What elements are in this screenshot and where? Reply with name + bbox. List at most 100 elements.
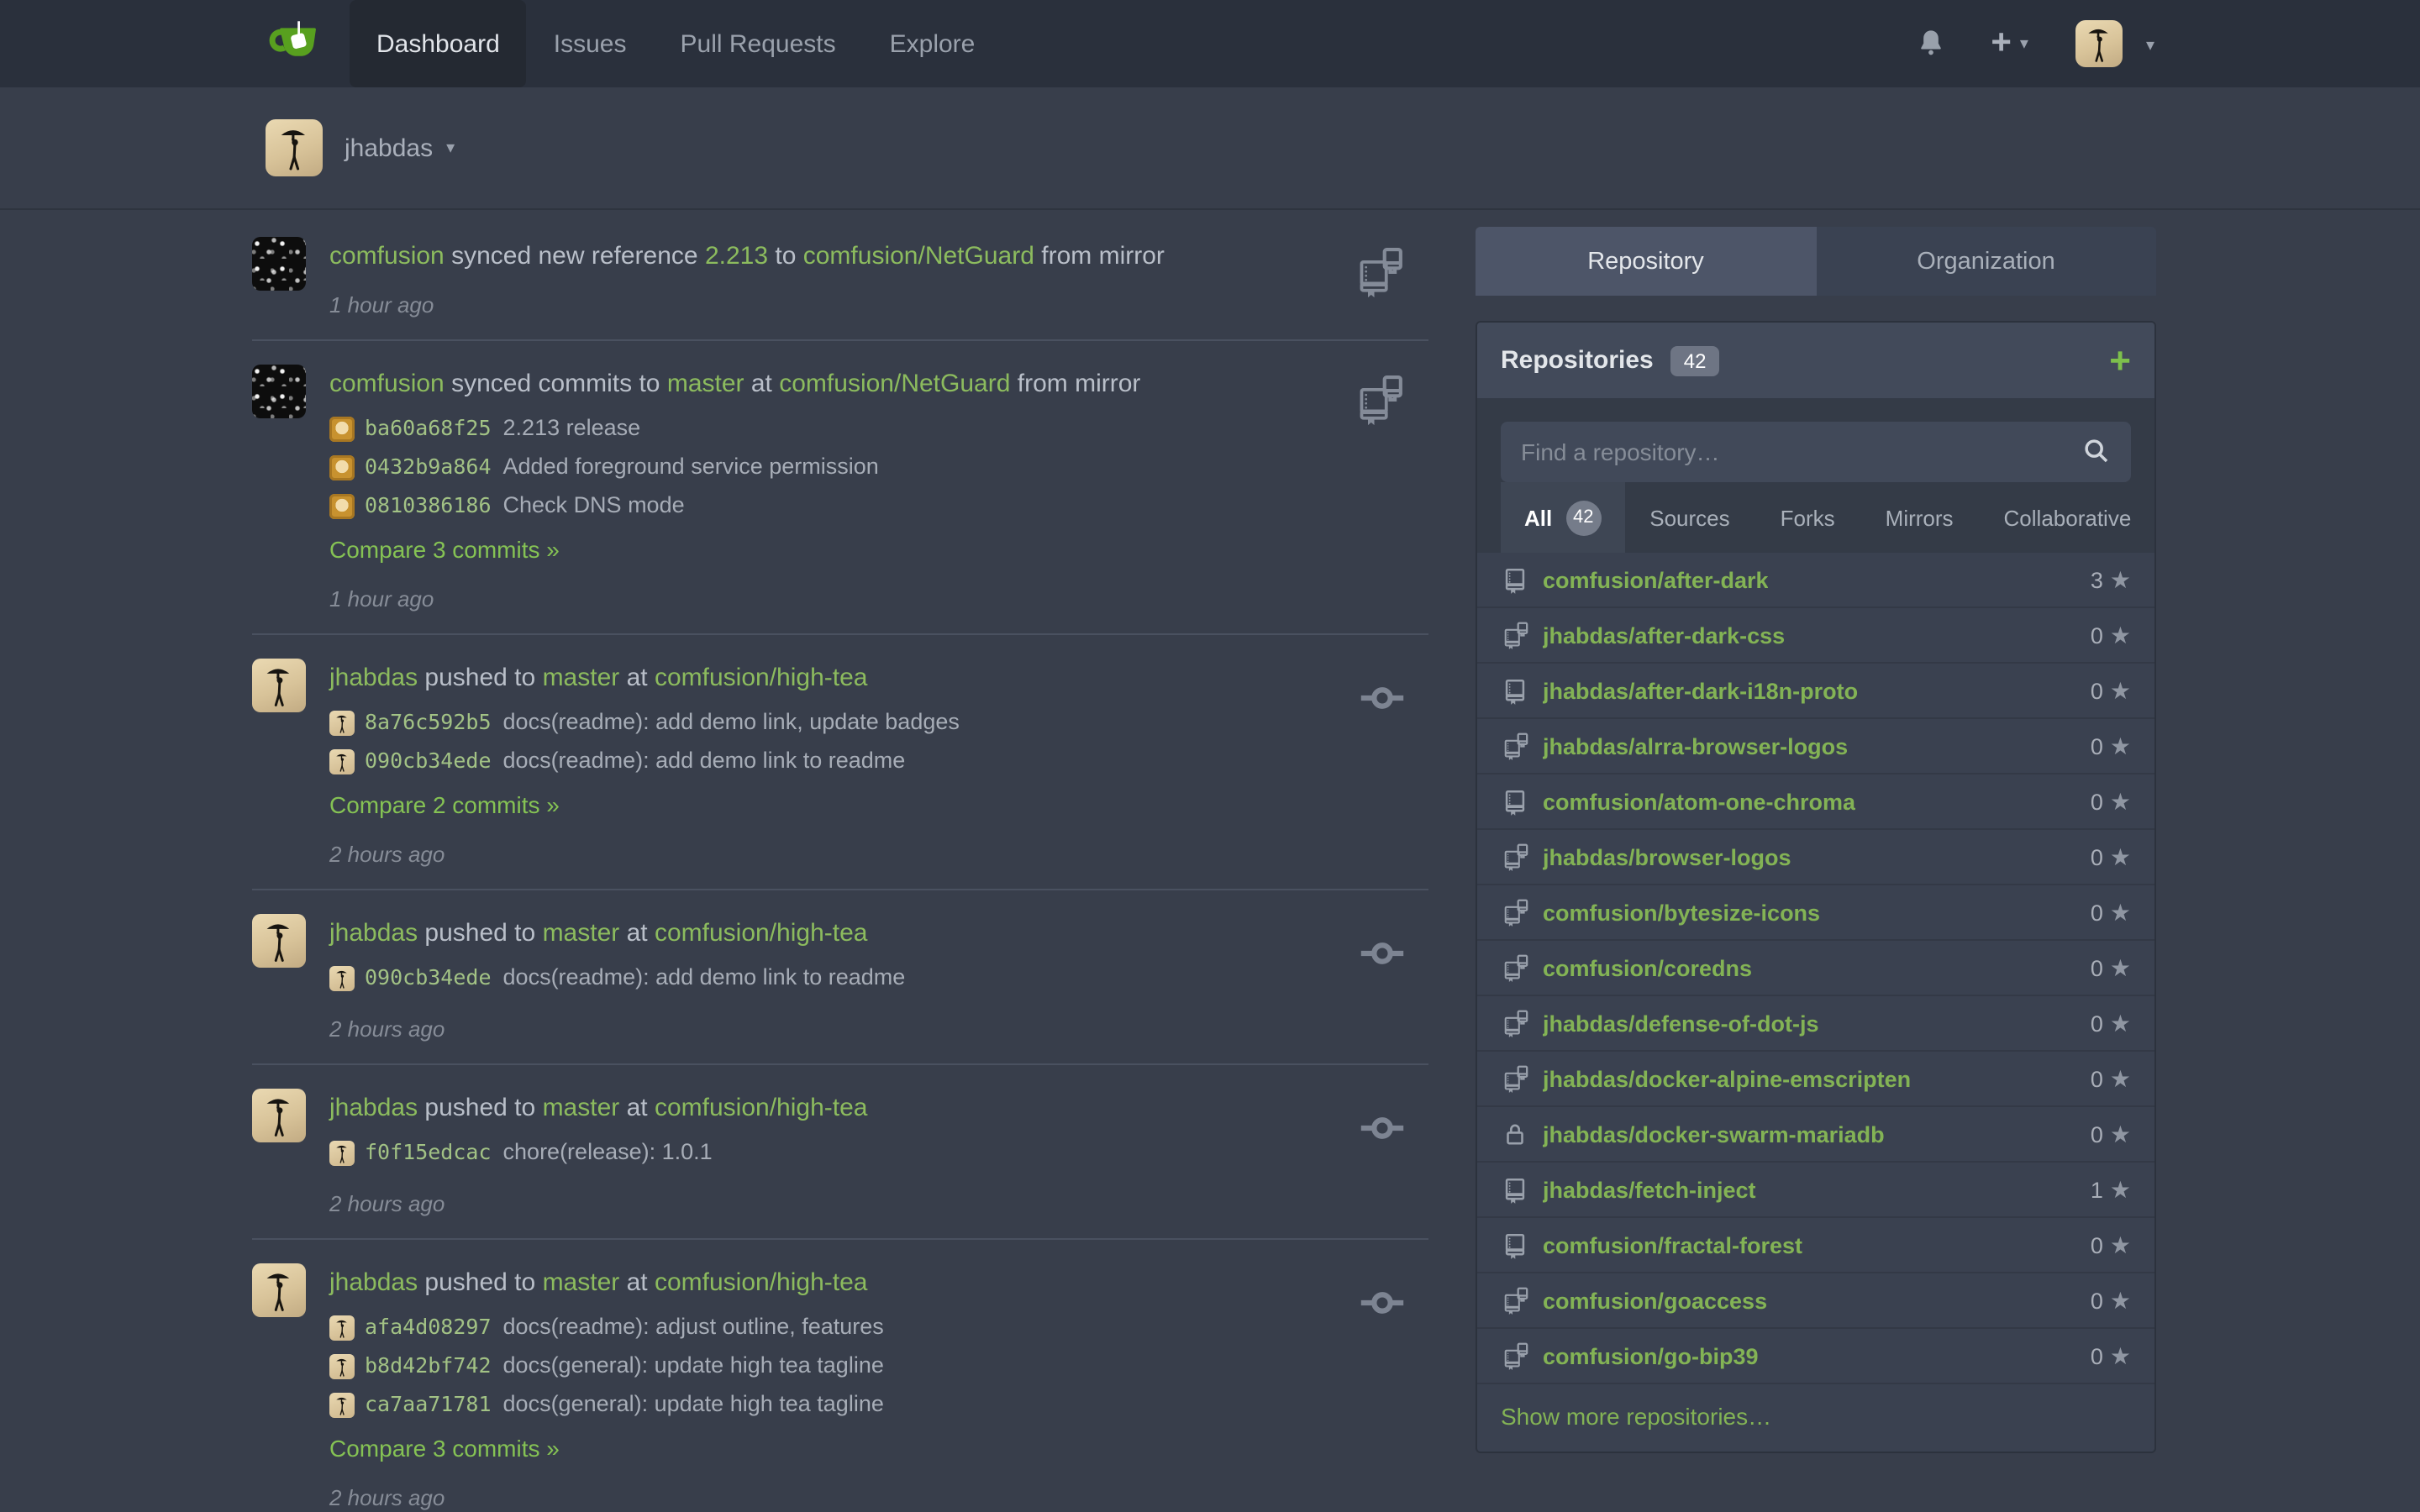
- filter-mirrors[interactable]: Mirrors: [1860, 482, 1979, 553]
- repo-search-input[interactable]: [1501, 422, 2131, 482]
- tab-organization[interactable]: Organization: [1816, 227, 2156, 296]
- commit-hash-link[interactable]: ba60a68f25: [365, 410, 492, 447]
- add-repository-button[interactable]: +: [2109, 344, 2131, 377]
- committer-avatar[interactable]: [329, 493, 355, 518]
- repositories-box: Repositories 42 + All 42 Sources: [1476, 321, 2156, 1453]
- actor-avatar[interactable]: [252, 914, 306, 968]
- repo-stars: 0 ★: [2091, 787, 2131, 816]
- tea-cup-icon: [266, 20, 326, 66]
- committer-avatar[interactable]: [329, 1392, 355, 1417]
- feed-timestamp: 2 hours ago: [329, 1016, 1329, 1043]
- committer-avatar[interactable]: [329, 748, 355, 774]
- feed-ref-link[interactable]: jhabdas: [329, 919, 418, 948]
- repo-link[interactable]: jhabdas/defense-of-dot-js: [1543, 1011, 1819, 1036]
- committer-avatar[interactable]: [329, 1353, 355, 1378]
- feed-ref-link[interactable]: comfusion/high-tea: [655, 919, 868, 948]
- feed-ref-link[interactable]: comfusion: [329, 370, 445, 398]
- filter-sources[interactable]: Sources: [1624, 482, 1754, 553]
- feed-title: jhabdas pushed to master at comfusion/hi…: [329, 1267, 1329, 1299]
- feed-ref-link[interactable]: comfusion/high-tea: [655, 1094, 868, 1122]
- feed-ref-link[interactable]: master: [667, 370, 744, 398]
- commit-hash-link[interactable]: 0432b9a864: [365, 449, 492, 486]
- commit-message: docs(readme): add demo link to readme: [503, 959, 906, 996]
- actor-avatar[interactable]: [252, 1089, 306, 1142]
- repo-link[interactable]: jhabdas/fetch-inject: [1543, 1177, 1756, 1202]
- repo-link[interactable]: comfusion/coredns: [1543, 955, 1752, 980]
- actor-avatar[interactable]: [252, 1263, 306, 1317]
- nav-item-issues[interactable]: Issues: [527, 0, 654, 87]
- feed-title: jhabdas pushed to master at comfusion/hi…: [329, 917, 1329, 949]
- commit-list: afa4d08297 docs(readme): adjust outline,…: [329, 1309, 1329, 1423]
- nav-item-pull-requests[interactable]: Pull Requests: [654, 0, 863, 87]
- commit-hash-link[interactable]: 8a76c592b5: [365, 704, 492, 741]
- repo-link[interactable]: comfusion/bytesize-icons: [1543, 900, 1820, 925]
- mirror-icon: [1353, 375, 1405, 427]
- repo-link[interactable]: comfusion/after-dark: [1543, 567, 1769, 592]
- feed-ref-link[interactable]: jhabdas: [329, 1268, 418, 1297]
- feed-ref-link[interactable]: comfusion/NetGuard: [779, 370, 1010, 398]
- context-avatar[interactable]: [266, 119, 323, 176]
- nav-item-explore[interactable]: Explore: [863, 0, 1002, 87]
- repo-stars: 0 ★: [2091, 1064, 2131, 1093]
- feed-ref-link[interactable]: jhabdas: [329, 1094, 418, 1122]
- repo-link[interactable]: comfusion/fractal-forest: [1543, 1232, 1802, 1257]
- actor-avatar[interactable]: [252, 365, 306, 418]
- commit-hash-link[interactable]: b8d42bf742: [365, 1347, 492, 1384]
- user-menu-toggle[interactable]: ▾: [2146, 29, 2154, 59]
- filter-collaborative[interactable]: Collaborative: [1979, 482, 2156, 553]
- context-switcher[interactable]: jhabdas ▾: [345, 134, 455, 162]
- committer-avatar[interactable]: [329, 1140, 355, 1165]
- commit-hash-link[interactable]: ca7aa71781: [365, 1386, 492, 1423]
- commit-hash-link[interactable]: 090cb34ede: [365, 959, 492, 996]
- notifications-button[interactable]: [1913, 25, 1947, 62]
- repo-link[interactable]: jhabdas/alrra-browser-logos: [1543, 733, 1848, 759]
- compare-commits-link[interactable]: Compare 2 commits »: [329, 790, 560, 820]
- feed-item-body: jhabdas pushed to master at comfusion/hi…: [329, 1260, 1329, 1512]
- repo-link[interactable]: jhabdas/after-dark-i18n-proto: [1543, 678, 1858, 703]
- repo-stars: 0 ★: [2091, 953, 2131, 982]
- repo-link[interactable]: comfusion/goaccess: [1543, 1288, 1767, 1313]
- star-icon: ★: [2110, 732, 2131, 760]
- commit-list: f0f15edcac chore(release): 1.0.1: [329, 1134, 1329, 1171]
- feed-ref-link[interactable]: master: [543, 919, 620, 948]
- search-icon[interactable]: [2081, 435, 2112, 467]
- actor-avatar[interactable]: [252, 659, 306, 712]
- feed-ref-link[interactable]: jhabdas: [329, 664, 418, 692]
- feed-ref-link[interactable]: master: [543, 664, 620, 692]
- repo-link[interactable]: jhabdas/after-dark-css: [1543, 622, 1785, 648]
- user-avatar[interactable]: [2075, 20, 2123, 67]
- feed-ref-link[interactable]: comfusion/high-tea: [655, 1268, 868, 1297]
- tab-repository[interactable]: Repository: [1476, 227, 1816, 296]
- repo-link[interactable]: comfusion/go-bip39: [1543, 1343, 1759, 1368]
- actor-avatar[interactable]: [252, 237, 306, 291]
- repo-link[interactable]: jhabdas/docker-swarm-mariadb: [1543, 1121, 1885, 1147]
- repo-link[interactable]: comfusion/atom-one-chroma: [1543, 789, 1855, 814]
- committer-avatar[interactable]: [329, 1315, 355, 1340]
- show-more-repositories-link[interactable]: Show more repositories…: [1501, 1403, 1771, 1430]
- feed-ref-link[interactable]: comfusion/high-tea: [655, 664, 868, 692]
- nav-item-dashboard[interactable]: Dashboard: [350, 0, 527, 87]
- commit-hash-link[interactable]: f0f15edcac: [365, 1134, 492, 1171]
- commit-hash-link[interactable]: 0810386186: [365, 487, 492, 524]
- compare-commits-link[interactable]: Compare 3 commits »: [329, 534, 560, 564]
- commit-hash-link[interactable]: 090cb34ede: [365, 743, 492, 780]
- feed-ref-link[interactable]: comfusion: [329, 242, 445, 270]
- feed-ref-link[interactable]: comfusion/NetGuard: [803, 242, 1034, 270]
- feed-ref-link[interactable]: master: [543, 1268, 620, 1297]
- commit-hash-link[interactable]: afa4d08297: [365, 1309, 492, 1346]
- feed-ref-link[interactable]: 2.213: [705, 242, 768, 270]
- feed-ref-link[interactable]: master: [543, 1094, 620, 1122]
- committer-avatar[interactable]: [329, 710, 355, 735]
- filter-all[interactable]: All 42: [1501, 482, 1624, 553]
- repo-stars: 3 ★: [2091, 565, 2131, 594]
- create-new-menu[interactable]: + ▾: [1991, 27, 2028, 60]
- compare-commits-link[interactable]: Compare 3 commits »: [329, 1433, 560, 1463]
- umbrella-man-avatar: [329, 710, 355, 735]
- gitea-logo[interactable]: [266, 20, 326, 67]
- committer-avatar[interactable]: [329, 965, 355, 990]
- committer-avatar[interactable]: [329, 416, 355, 441]
- committer-avatar[interactable]: [329, 454, 355, 480]
- repo-link[interactable]: jhabdas/browser-logos: [1543, 844, 1791, 869]
- filter-forks[interactable]: Forks: [1755, 482, 1860, 553]
- repo-link[interactable]: jhabdas/docker-alpine-emscripten: [1543, 1066, 1911, 1091]
